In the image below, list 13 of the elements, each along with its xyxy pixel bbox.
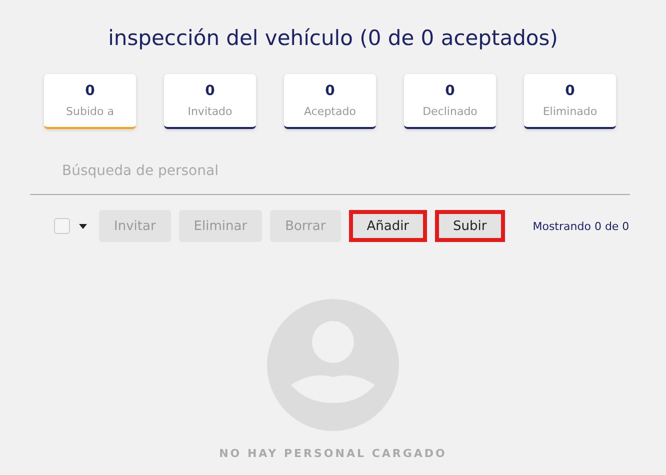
empty-message: NO HAY PERSONAL CARGADO [219, 447, 447, 460]
toolbar-button[interactable]: Añadir [348, 210, 428, 242]
status-tab[interactable]: 0 Declinado [404, 74, 496, 129]
status-tab[interactable]: 0 Aceptado [284, 74, 376, 129]
status-tab[interactable]: 0 Invitado [164, 74, 256, 129]
toolbar-button[interactable]: Subir [435, 210, 505, 242]
status-tab[interactable]: 0 Eliminado [524, 74, 616, 129]
select-all-checkbox[interactable] [54, 218, 70, 234]
showing-count: Mostrando 0 de 0 [532, 220, 630, 232]
search-field[interactable]: Búsqueda de personal [30, 147, 630, 195]
status-tab[interactable]: 0 Subido a [44, 74, 136, 129]
caret-icon[interactable] [79, 224, 87, 228]
page-title: inspección del vehículo (0 de 0 aceptados) [107, 25, 559, 52]
